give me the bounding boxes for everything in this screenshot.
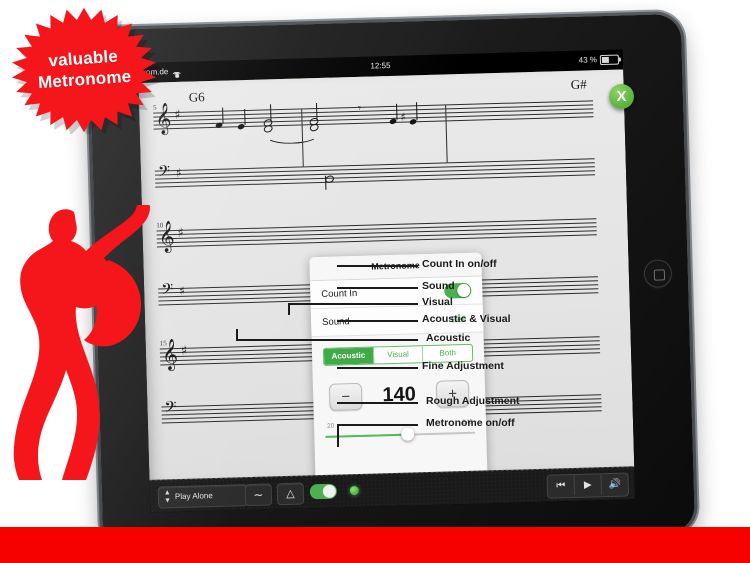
slider-min-label: 20 (326, 422, 335, 430)
segment-acoustic[interactable]: Acoustic (323, 347, 374, 365)
status-right: 43 % (578, 50, 620, 71)
key-sharp-icon: ♯ (174, 107, 181, 124)
bpm-stepper[interactable]: − 140 + (313, 379, 486, 411)
treble-clef-icon: 𝄞 (161, 339, 179, 371)
segment-both[interactable]: Both (423, 345, 472, 362)
bpm-increase-button[interactable]: + (435, 379, 470, 408)
play-button[interactable]: ▶ (574, 474, 603, 495)
key-sharp-icon: ♯ (180, 343, 188, 359)
sound-row[interactable]: Sound Bell › (310, 304, 484, 338)
chord-symbol: G6 (188, 89, 205, 105)
key-sharp-icon: ♯ (175, 165, 182, 180)
chevron-right-icon: › (468, 313, 473, 324)
app-screenshot: kom.de 12:55 43 % 5 G6 G# 𝄞 ♯ ♯ 𝄾 𝄢 ♯ 10… (0, 0, 750, 563)
staff-system-1: 5 G6 G# 𝄞 ♯ ♯ 𝄾 𝄢 ♯ (153, 76, 596, 214)
bass-staff (154, 158, 596, 188)
key-sharp-icon: ♯ (177, 225, 185, 241)
count-in-label: Count In (321, 287, 358, 300)
slider-thumb[interactable] (400, 427, 415, 441)
volume-button[interactable]: 🔊 (601, 474, 628, 495)
chord-symbol: G# (570, 76, 587, 92)
bass-clef-icon: 𝄢 (164, 398, 178, 421)
metronome-icon: △ (285, 487, 295, 500)
home-button[interactable] (643, 259, 673, 288)
valuable-metronome-badge: valuable Metronome (8, 6, 160, 134)
key-sharp-icon: ♯ (178, 283, 186, 298)
bpm-slider[interactable]: 20 240 (325, 419, 476, 445)
stem (270, 104, 272, 122)
battery-icon (599, 54, 620, 66)
ipad-screen: kom.de 12:55 43 % 5 G6 G# 𝄞 ♯ ♯ 𝄾 𝄢 ♯ 10… (137, 49, 636, 513)
sine-wave-icon: ∼ (253, 487, 264, 502)
treble-staff (156, 218, 597, 248)
metronome-button[interactable]: △ (276, 482, 305, 506)
stem (316, 103, 318, 121)
beat-led-indicator (349, 486, 359, 496)
segment-visual[interactable]: Visual (373, 346, 424, 364)
bpm-decrease-button[interactable]: − (328, 382, 363, 411)
metronome-popover[interactable]: Metronome Count In Sound Bell › Acoustic… (309, 252, 488, 486)
sound-label: Sound (321, 316, 350, 328)
bottom-red-band (0, 527, 750, 563)
play-alone-button[interactable]: ▲ ▼ Play Alone (157, 484, 249, 509)
sound-value: Bell (450, 313, 467, 324)
slider-max-label: 240 (462, 418, 474, 427)
rest-icon: 𝄾 (357, 101, 362, 115)
minus-icon: − (341, 387, 351, 405)
up-down-arrows-icon: ▲ ▼ (163, 489, 172, 505)
battery-percent-label: 43 % (578, 55, 598, 65)
ipad-device: kom.de 12:55 43 % 5 G6 G# 𝄞 ♯ ♯ 𝄾 𝄢 ♯ 10… (88, 13, 696, 549)
badge-text: valuable Metronome (4, 1, 165, 139)
count-in-toggle[interactable] (444, 282, 472, 299)
app-thumbnail (622, 60, 636, 84)
toolbar-metronome-toggle[interactable] (309, 483, 338, 500)
plus-icon: + (448, 384, 458, 402)
saxophone-player-silhouette (13, 205, 150, 480)
play-alone-label: Play Alone (174, 491, 213, 502)
rewind-button[interactable]: ⏮ (547, 474, 576, 496)
accidental-sharp-icon: ♯ (400, 110, 406, 124)
mode-segmented-control[interactable]: Acoustic Visual Both (322, 343, 474, 366)
transport-controls[interactable]: ⏮ ▶ 🔊 (546, 472, 630, 499)
bpm-value: 140 (382, 383, 417, 407)
bass-clef-icon: 𝄢 (157, 162, 171, 185)
close-button[interactable]: X (609, 84, 634, 109)
sine-wave-button[interactable]: ∼ (244, 483, 273, 507)
